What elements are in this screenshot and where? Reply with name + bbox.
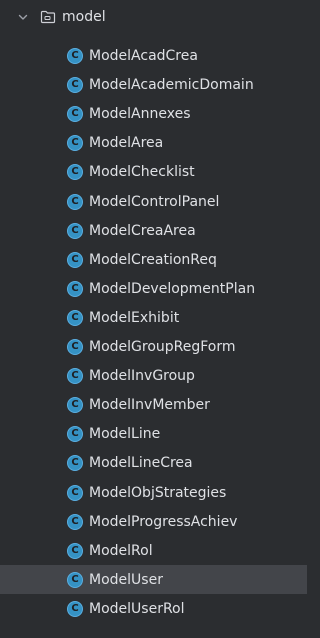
class-icon-letter: C bbox=[71, 573, 79, 585]
class-icon-letter: C bbox=[71, 49, 79, 61]
class-icon-letter: C bbox=[71, 456, 79, 468]
project-tree: model C ModelAcadCrea C ModelAcademicDomain… bbox=[0, 0, 307, 638]
class-icon-letter: C bbox=[71, 602, 79, 614]
class-label: ModelArea bbox=[89, 134, 164, 151]
class-icon: C bbox=[67, 163, 83, 180]
class-icon-letter: C bbox=[71, 340, 79, 352]
class-label: ModelUser bbox=[89, 571, 163, 588]
tree-item-class[interactable]: C ModelCreationReq bbox=[0, 245, 307, 274]
class-icon: C bbox=[67, 454, 83, 471]
folder-label: model bbox=[62, 9, 106, 25]
class-icon-letter: C bbox=[71, 195, 79, 207]
class-label: ModelAcademicDomain bbox=[89, 76, 254, 93]
class-label: ModelInvMember bbox=[89, 396, 210, 413]
class-icon-letter: C bbox=[71, 165, 79, 177]
class-icon: C bbox=[67, 484, 83, 501]
folder-icon bbox=[40, 10, 56, 24]
class-icon: C bbox=[67, 338, 83, 355]
tree-item-class[interactable]: C ModelUserRol bbox=[0, 594, 307, 623]
class-label: ModelControlPanel bbox=[89, 193, 220, 210]
class-icon-letter: C bbox=[71, 398, 79, 410]
class-label: ModelChecklist bbox=[89, 163, 195, 180]
tree-item-class[interactable]: C ModelAcadCrea bbox=[0, 41, 307, 70]
tree-item-class[interactable]: C ModelDevelopmentPlan bbox=[0, 274, 307, 303]
class-label: ModelLineCrea bbox=[89, 454, 193, 471]
class-icon-letter: C bbox=[71, 369, 79, 381]
class-label: ModelExhibit bbox=[89, 309, 180, 326]
class-label: ModelLine bbox=[89, 425, 161, 442]
tree-item-class[interactable]: C ModelCreaArea bbox=[0, 216, 307, 245]
tree-item-class[interactable]: C ModelChecklist bbox=[0, 157, 307, 186]
class-icon: C bbox=[67, 134, 83, 151]
class-icon-letter: C bbox=[71, 136, 79, 148]
class-icon: C bbox=[67, 193, 83, 210]
class-icon: C bbox=[67, 47, 83, 64]
tree-item-class[interactable]: C ModelGroupRegForm bbox=[0, 332, 307, 361]
tree-item-class[interactable]: C ModelInvGroup bbox=[0, 361, 307, 390]
tree-item-class[interactable]: C ModelExhibit bbox=[0, 303, 307, 332]
class-icon-letter: C bbox=[71, 282, 79, 294]
class-label: ModelCreaArea bbox=[89, 222, 196, 239]
class-icon-letter: C bbox=[71, 253, 79, 265]
class-label: ModelObjStrategies bbox=[89, 484, 227, 501]
class-label: ModelDevelopmentPlan bbox=[89, 280, 256, 297]
class-icon: C bbox=[67, 105, 83, 122]
class-icon: C bbox=[67, 600, 83, 617]
class-icon: C bbox=[67, 542, 83, 559]
class-label: ModelGroupRegForm bbox=[89, 338, 236, 355]
class-icon: C bbox=[67, 251, 83, 268]
tree-item-class[interactable]: C ModelInvMember bbox=[0, 390, 307, 419]
class-icon-letter: C bbox=[71, 486, 79, 498]
class-icon-letter: C bbox=[71, 311, 79, 323]
class-icon: C bbox=[67, 309, 83, 326]
class-icon-letter: C bbox=[71, 427, 79, 439]
tree-item-class[interactable]: C ModelUser bbox=[0, 565, 307, 594]
class-icon-letter: C bbox=[71, 544, 79, 556]
tree-item-class[interactable]: C ModelAnnexes bbox=[0, 99, 307, 128]
class-label: ModelUserRol bbox=[89, 600, 185, 617]
tree-item-class[interactable]: C ModelAcademicDomain bbox=[0, 70, 307, 99]
class-icon-letter: C bbox=[71, 78, 79, 90]
class-label: ModelRol bbox=[89, 542, 153, 559]
class-icon: C bbox=[67, 222, 83, 239]
class-label: ModelProgressAchiev bbox=[89, 513, 238, 530]
class-label: ModelAcadCrea bbox=[89, 47, 198, 64]
tree-item-class[interactable]: C ModelControlPanel bbox=[0, 187, 307, 216]
class-icon-letter: C bbox=[71, 515, 79, 527]
tree-item-class[interactable]: C ModelObjStrategies bbox=[0, 478, 307, 507]
tree-item-class[interactable]: C ModelLine bbox=[0, 419, 307, 448]
tree-item-class[interactable]: C ModelProgressAchiev bbox=[0, 507, 307, 536]
class-label: ModelInvGroup bbox=[89, 367, 195, 384]
class-label: ModelAnnexes bbox=[89, 105, 191, 122]
tree-item-class[interactable]: C ModelLineCrea bbox=[0, 448, 307, 477]
tree-folder-model[interactable]: model bbox=[0, 5, 307, 29]
tree-item-class[interactable]: C ModelArea bbox=[0, 128, 307, 157]
class-label: ModelCreationReq bbox=[89, 251, 217, 268]
class-icon: C bbox=[67, 571, 83, 588]
class-icon: C bbox=[67, 280, 83, 297]
chevron-down-icon[interactable] bbox=[17, 11, 29, 23]
class-icon: C bbox=[67, 513, 83, 530]
class-icon: C bbox=[67, 425, 83, 442]
class-icon-letter: C bbox=[71, 107, 79, 119]
class-icon-letter: C bbox=[71, 224, 79, 236]
class-icon: C bbox=[67, 396, 83, 413]
class-icon: C bbox=[67, 76, 83, 93]
class-icon: C bbox=[67, 367, 83, 384]
tree-item-class[interactable]: C ModelRol bbox=[0, 536, 307, 565]
